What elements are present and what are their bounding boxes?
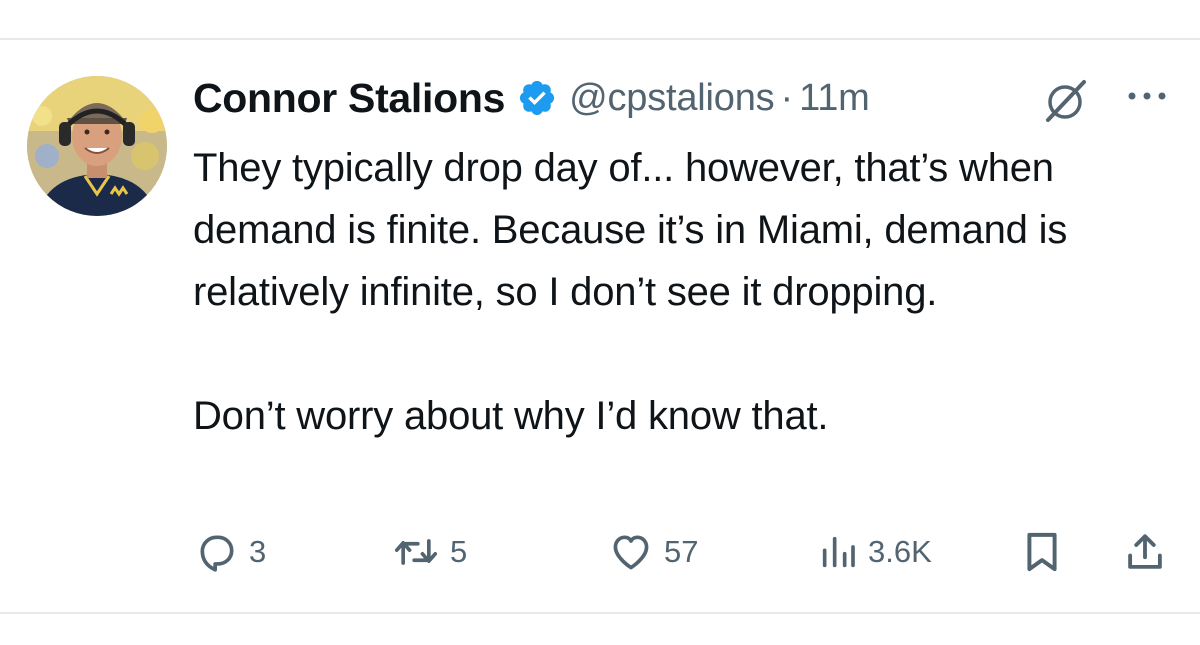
views-count: 3.6K bbox=[868, 534, 932, 569]
bookmark-icon bbox=[1024, 530, 1060, 574]
like-button[interactable]: 57 bbox=[608, 527, 698, 577]
like-count: 57 bbox=[664, 534, 699, 569]
action-bar: 3 5 57 3.6K bbox=[0, 527, 1200, 577]
grok-icon[interactable] bbox=[1040, 76, 1090, 126]
repost-count: 5 bbox=[450, 534, 468, 569]
repost-icon bbox=[392, 530, 440, 574]
tweet-header: Connor Stalions @cpstalions · 11m bbox=[193, 72, 870, 124]
verified-badge-icon[interactable] bbox=[517, 78, 557, 118]
share-button[interactable] bbox=[1124, 527, 1166, 577]
author-handle[interactable]: @cpstalions bbox=[569, 77, 775, 120]
reply-count: 3 bbox=[249, 534, 267, 569]
reply-icon bbox=[195, 530, 239, 574]
avatar-image bbox=[27, 76, 167, 216]
avatar[interactable] bbox=[27, 76, 167, 216]
like-icon bbox=[608, 530, 654, 574]
share-icon bbox=[1124, 530, 1166, 574]
more-icon[interactable] bbox=[1124, 84, 1170, 108]
bottom-divider bbox=[0, 612, 1200, 614]
tweet-paragraph: Don’t worry about why I’d know that. bbox=[193, 394, 829, 438]
timestamp[interactable]: 11m bbox=[799, 77, 870, 120]
repost-button[interactable]: 5 bbox=[392, 527, 467, 577]
tweet-paragraph: They typically drop day of... however, t… bbox=[193, 146, 1068, 314]
bookmark-button[interactable] bbox=[1024, 527, 1060, 577]
separator-dot: · bbox=[780, 76, 794, 119]
reply-button[interactable]: 3 bbox=[195, 527, 266, 577]
views-icon bbox=[818, 530, 858, 574]
views-button[interactable]: 3.6K bbox=[818, 527, 932, 577]
top-divider bbox=[0, 38, 1200, 40]
author-name[interactable]: Connor Stalions bbox=[193, 75, 505, 122]
tweet-text: They typically drop day of... however, t… bbox=[193, 137, 1173, 447]
